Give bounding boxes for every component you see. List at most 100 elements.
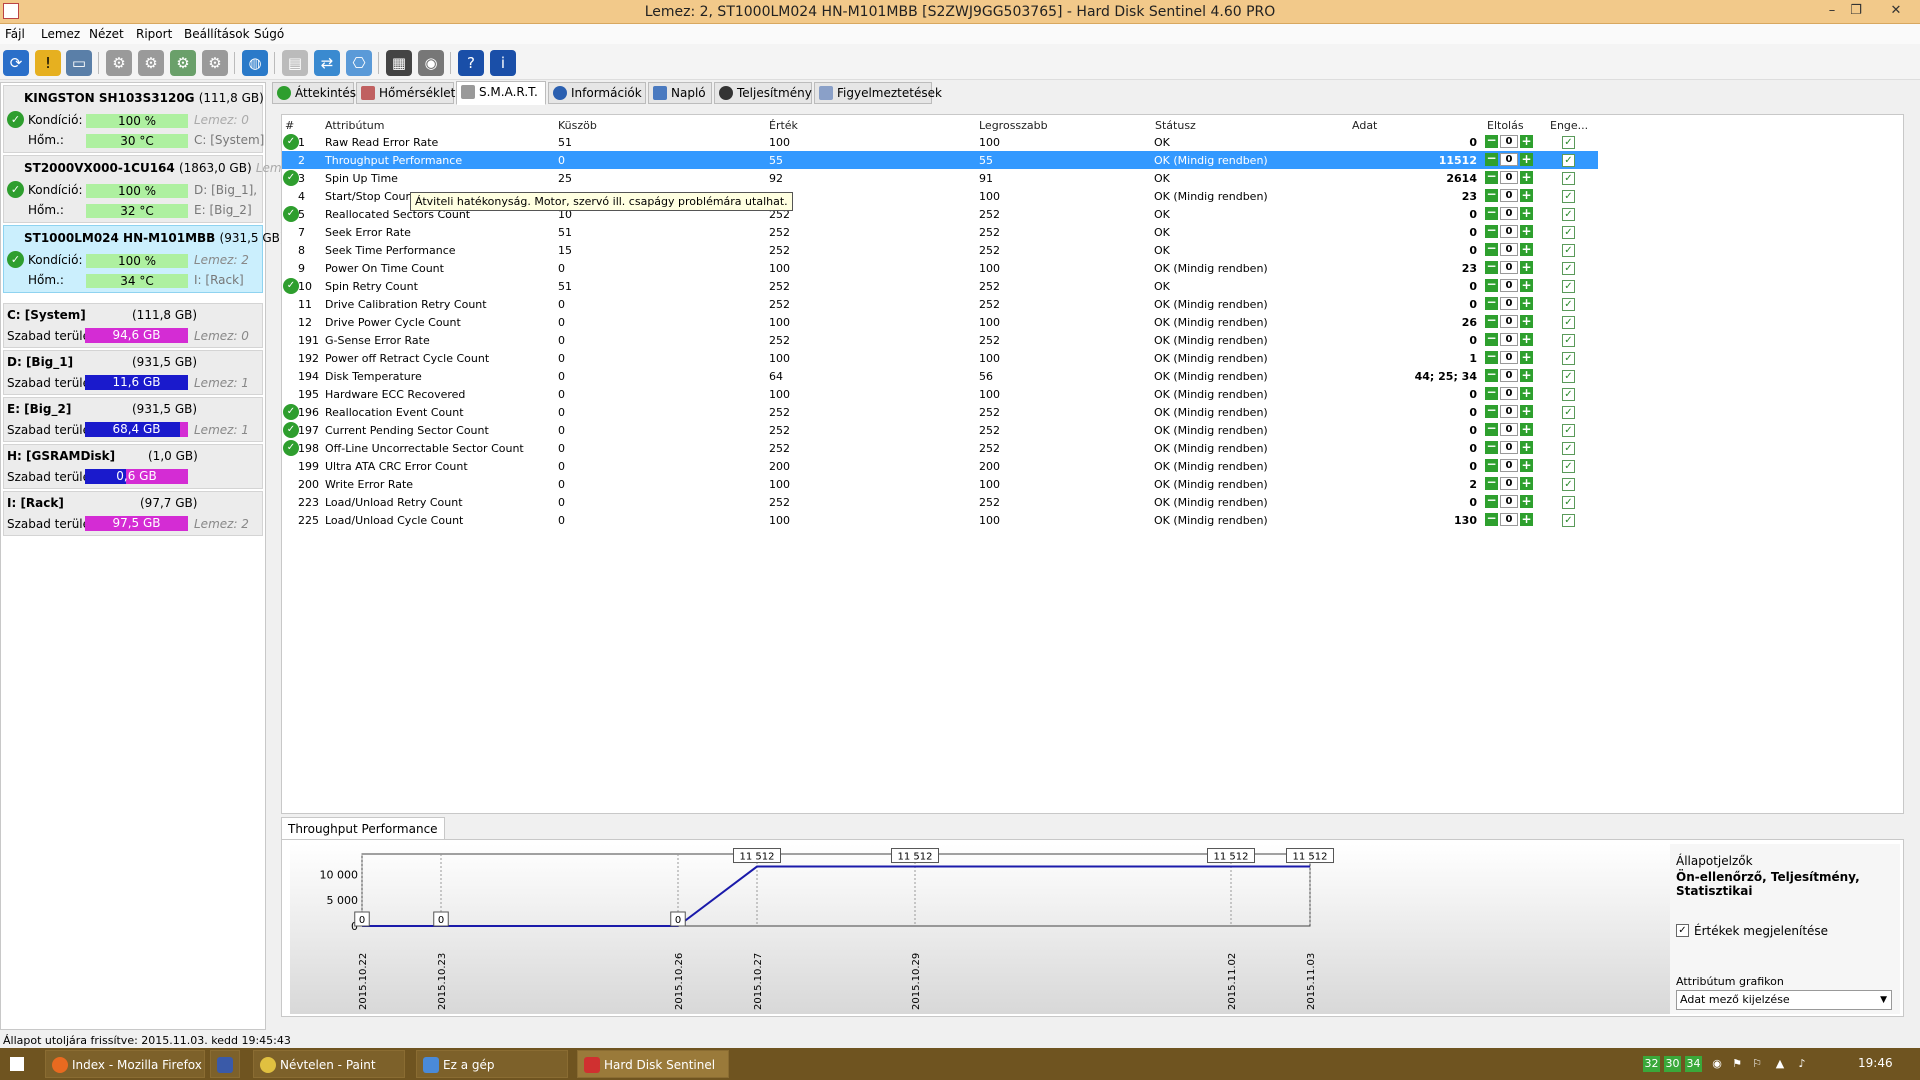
offset-plus-button[interactable]: + (1520, 279, 1533, 292)
offset-minus-button[interactable]: − (1485, 188, 1498, 202)
chart-tab[interactable]: Throughput Performance (281, 817, 445, 840)
taskbar-this-pc[interactable]: Ez a gép (416, 1050, 568, 1078)
sync-icon[interactable]: ⇄ (314, 50, 340, 76)
offset-field[interactable]: 0 (1500, 207, 1518, 220)
close-button[interactable]: ✕ (1886, 2, 1906, 20)
tab-temperature[interactable]: Hőmérséklet (356, 82, 455, 104)
offset-plus-button[interactable]: + (1520, 207, 1533, 220)
table-row[interactable]: 223 Load/Unload Retry Count 0 252 252 OK (Min… (282, 493, 1598, 511)
offset-plus-button[interactable]: + (1520, 477, 1533, 490)
offset-field[interactable]: 0 (1500, 135, 1518, 148)
offset-plus-button[interactable]: + (1520, 333, 1533, 346)
enable-checkbox[interactable]: ✓ (1562, 460, 1575, 473)
table-row[interactable]: ✓ 196 Reallocation Event Count 0 252 252 OK (M… (282, 403, 1598, 421)
table-row[interactable]: 192 Power off Retract Cycle Count 0 100 100 O… (282, 349, 1598, 367)
offset-plus-button[interactable]: + (1520, 153, 1533, 166)
enable-checkbox[interactable]: ✓ (1562, 496, 1575, 509)
enable-checkbox[interactable]: ✓ (1562, 208, 1575, 221)
clock[interactable]: 19:46 (1858, 1056, 1893, 1070)
offset-plus-button[interactable]: + (1520, 423, 1533, 436)
offset-field[interactable]: 0 (1500, 297, 1518, 310)
refresh-icon[interactable]: ⟳ (3, 50, 29, 76)
tray-temp-3[interactable]: 34 (1685, 1056, 1702, 1072)
col-threshold[interactable]: Küszöb (558, 119, 597, 132)
tray-action-icon[interactable]: ⚑ (1730, 1056, 1744, 1072)
table-row[interactable]: 199 Ultra ATA CRC Error Count 0 200 200 OK (M… (282, 457, 1598, 475)
windows-start-icon[interactable] (10, 1057, 24, 1071)
offset-minus-button[interactable]: − (1485, 422, 1498, 436)
help-icon[interactable]: ? (458, 50, 484, 76)
volume-item-e[interactable]: E: [Big_2] (931,5 GB) Szabad terület 68,… (3, 397, 263, 442)
enable-checkbox[interactable]: ✓ (1562, 334, 1575, 347)
tray-e-icon[interactable]: ◉ (1710, 1056, 1724, 1072)
table-row[interactable]: ✓ 1 Raw Read Error Rate 51 100 100 OK 0−0 + ✓ (282, 133, 1598, 151)
test-icon[interactable]: ⚙ (106, 50, 132, 76)
table-row[interactable]: 194 Disk Temperature 0 64 56 OK (Mindig rendb… (282, 367, 1598, 385)
attr-chart-select[interactable]: Adat mező kijelzése ▼ (1676, 990, 1892, 1010)
volume-item-d[interactable]: D: [Big_1] (931,5 GB) Szabad terület 11,… (3, 350, 263, 395)
enable-checkbox[interactable]: ✓ (1562, 262, 1575, 275)
table-row[interactable]: 9 Power On Time Count 0 100 100 OK (Mindig re… (282, 259, 1598, 277)
offset-minus-button[interactable]: − (1485, 386, 1498, 400)
performance-icon[interactable]: ▦ (386, 50, 412, 76)
globe-icon[interactable]: ◍ (242, 50, 268, 76)
repair-icon[interactable]: ⚙ (202, 50, 228, 76)
enable-checkbox[interactable]: ✓ (1562, 352, 1575, 365)
offset-field[interactable]: 0 (1500, 333, 1518, 346)
offset-minus-button[interactable]: − (1485, 134, 1498, 148)
offset-plus-button[interactable]: + (1520, 225, 1533, 238)
col-value[interactable]: Érték (769, 119, 798, 132)
maximize-button[interactable]: ❐ (1846, 2, 1866, 20)
offset-minus-button[interactable]: − (1485, 332, 1498, 346)
offset-plus-button[interactable]: + (1520, 441, 1533, 454)
disk-icon[interactable]: ▭ (66, 50, 92, 76)
menu-help[interactable]: Súgó (254, 27, 284, 41)
table-row[interactable]: 200 Write Error Rate 0 100 100 OK (Mindig ren… (282, 475, 1598, 493)
enable-checkbox[interactable]: ✓ (1562, 226, 1575, 239)
offset-plus-button[interactable]: + (1520, 369, 1533, 382)
enable-checkbox[interactable]: ✓ (1562, 388, 1575, 401)
offset-field[interactable]: 0 (1500, 225, 1518, 238)
enable-checkbox[interactable]: ✓ (1562, 316, 1575, 329)
enable-checkbox[interactable]: ✓ (1562, 136, 1575, 149)
enable-checkbox[interactable]: ✓ (1562, 514, 1575, 527)
table-row[interactable]: 225 Load/Unload Cycle Count 0 100 100 OK (Min… (282, 511, 1598, 529)
col-num[interactable]: # (285, 119, 294, 132)
network-icon[interactable]: ⎔ (346, 50, 372, 76)
enable-checkbox[interactable]: ✓ (1562, 298, 1575, 311)
col-enable[interactable]: Enge... (1550, 119, 1588, 132)
offset-minus-button[interactable]: − (1485, 494, 1498, 508)
offset-minus-button[interactable]: − (1485, 458, 1498, 472)
disk-item-1[interactable]: ST2000VX000-1CU164 (1863,0 GB) Lemez: 1 … (3, 155, 311, 223)
offset-minus-button[interactable]: − (1485, 404, 1498, 418)
col-offset[interactable]: Eltolás (1487, 119, 1524, 132)
enable-checkbox[interactable]: ✓ (1562, 280, 1575, 293)
offset-plus-button[interactable]: + (1520, 513, 1533, 526)
taskbar-firefox[interactable]: Index - Mozilla Firefox (45, 1050, 205, 1078)
offset-field[interactable]: 0 (1500, 189, 1518, 202)
tab-performance[interactable]: Teljesítmény (714, 82, 812, 104)
offset-field[interactable]: 0 (1500, 423, 1518, 436)
table-row[interactable]: 11 Drive Calibration Retry Count 0 252 252 OK… (282, 295, 1598, 313)
disk-item-2[interactable]: ST1000LM024 HN-M101MBB (931,5 GB) ✓ Kond… (3, 225, 285, 293)
enable-checkbox[interactable]: ✓ (1562, 442, 1575, 455)
table-row[interactable]: ✓ 3 Spin Up Time 25 92 91 OK 2614−0 + ✓ (282, 169, 1598, 187)
offset-plus-button[interactable]: + (1520, 495, 1533, 508)
taskbar-paint[interactable]: Névtelen - Paint (253, 1050, 405, 1078)
enable-checkbox[interactable]: ✓ (1562, 190, 1575, 203)
tab-alerts[interactable]: Figyelmeztetések (814, 82, 942, 104)
tab-log[interactable]: Napló (648, 82, 712, 104)
enable-checkbox[interactable]: ✓ (1562, 424, 1575, 437)
tray-temp-1[interactable]: 32 (1643, 1056, 1660, 1072)
col-worst[interactable]: Legrosszabb (979, 119, 1048, 132)
taskbar-hdsentinel[interactable]: Hard Disk Sentinel (577, 1050, 729, 1078)
offset-field[interactable]: 0 (1500, 477, 1518, 490)
offset-minus-button[interactable]: − (1485, 368, 1498, 382)
offset-minus-button[interactable]: − (1485, 206, 1498, 220)
offset-field[interactable]: 0 (1500, 351, 1518, 364)
enable-checkbox[interactable]: ✓ (1562, 406, 1575, 419)
offset-minus-button[interactable]: − (1485, 242, 1498, 256)
volume-item-h[interactable]: H: [GSRAMDisk] (1,0 GB) Szabad terület 0… (3, 444, 263, 489)
table-row[interactable]: 8 Seek Time Performance 15 252 252 OK 0−0 + ✓ (282, 241, 1598, 259)
offset-field[interactable]: 0 (1500, 495, 1518, 508)
